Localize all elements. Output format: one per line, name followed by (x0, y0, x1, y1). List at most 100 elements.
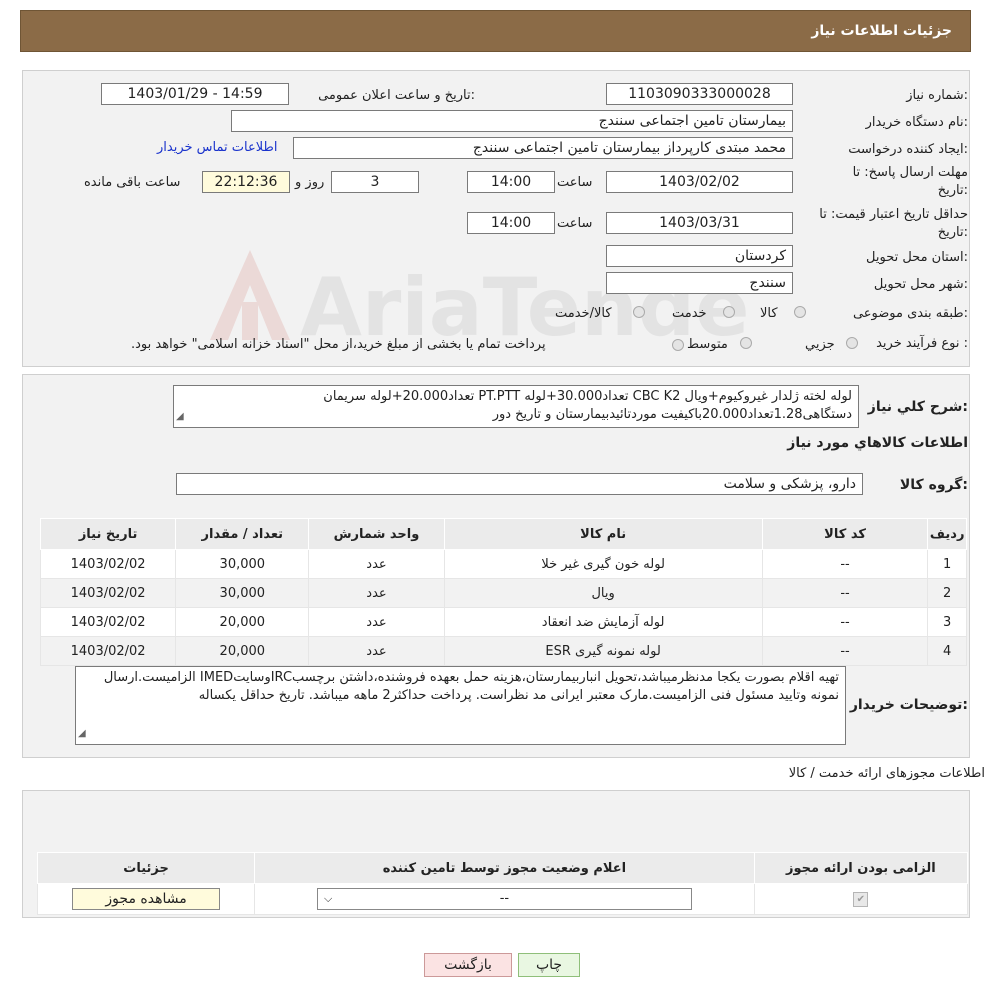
category-label: طبقه بندی موضوعی: (852, 306, 968, 321)
cell-quantity: 20,000 (175, 607, 310, 637)
table-row: 4 -- لوله نمونه گیری ESR عدد 20,000 1403… (39, 636, 967, 666)
summary-label: شرح کلي نياز: (867, 399, 968, 415)
days-label: روز و (295, 175, 325, 190)
cell-code: -- (761, 607, 929, 637)
process-radio-minor[interactable] (846, 337, 858, 349)
process-radio-medium[interactable] (740, 337, 752, 349)
table-row: 1 -- لوله خون گیری غیر خلا عدد 30,000 14… (39, 549, 967, 579)
cell-code: -- (761, 578, 929, 608)
summary-text: لوله لخته ژلدار غیروکیوم+ویال CBC K2 تعد… (323, 389, 852, 422)
permits-table: الزامی بودن ارائه مجوز اعلام وضعیت مجوز … (36, 852, 969, 915)
chevron-down-icon: ⌵ (323, 892, 333, 905)
col-permit-status: اعلام وضعیت مجوز توسط تامین کننده (254, 852, 755, 884)
checkbox-checked-icon[interactable]: ✔ (853, 892, 869, 907)
buyer-contact-link[interactable]: اطلاعات تماس خریدار (157, 140, 277, 155)
cell-row: 3 (927, 607, 967, 637)
cell-code: -- (761, 636, 929, 666)
cell-unit: عدد (308, 578, 445, 608)
process-option-minor: جزیي (805, 337, 835, 352)
category-option-goods: کالا (760, 306, 778, 321)
remaining-label: ساعت باقی مانده (84, 175, 181, 190)
deadline-date-field: 1403/02/02 (606, 171, 793, 193)
cell-row: 2 (927, 578, 967, 608)
cell-date: 1403/02/02 (39, 549, 177, 579)
col-code: کد کالا (761, 518, 929, 550)
resize-grip-icon[interactable]: ◢ (78, 725, 86, 743)
remaining-time-field: 22:12:36 (202, 171, 290, 193)
category-radio-goods[interactable] (794, 306, 806, 318)
page-header: جزئیات اطلاعات نیاز (20, 10, 971, 52)
cell-name: لوله آزمایش ضد انعقاد (443, 607, 763, 637)
print-button[interactable]: چاپ (518, 953, 580, 977)
col-permit-details: جزئیات (36, 852, 256, 884)
province-label: استان محل تحویل: (866, 250, 968, 265)
validity-label-date: تاریخ: (937, 225, 968, 240)
col-row: ردیف (927, 518, 967, 550)
cell-name: ویال (443, 578, 763, 608)
cell-date: 1403/02/02 (39, 636, 177, 666)
process-note: پرداخت تمام یا بخشی از مبلغ خرید،از محل … (131, 337, 546, 352)
validity-label: حداقل تاریخ اعتبار قیمت: تا (819, 207, 968, 222)
cell-row: 4 (927, 636, 967, 666)
days-remaining-field: 3 (331, 171, 419, 193)
permits-table-header: الزامی بودن ارائه مجوز اعلام وضعیت مجوز … (36, 852, 969, 884)
col-date: تاریخ نیاز (39, 518, 177, 550)
validity-time-label: ساعت (557, 216, 593, 231)
col-name: نام کالا (443, 518, 763, 550)
permits-title: اطلاعات مجوزهای ارائه خدمت / کالا (788, 766, 985, 781)
col-permit-required: الزامی بودن ارائه مجوز (753, 852, 969, 884)
announce-datetime-field: 1403/01/29 - 14:59 (101, 83, 289, 105)
buyer-notes-label: توضیحات خریدار: (849, 697, 968, 713)
items-table-header: ردیف کد کالا نام کالا واحد شمارش تعداد /… (39, 518, 967, 550)
view-permit-button[interactable]: مشاهده مجوز (72, 888, 221, 910)
category-option-service: خدمت (672, 306, 707, 321)
process-label: نوع فرآیند خرید : (876, 336, 968, 351)
table-row: ✔ -- ⌵ مشاهده مجوز (36, 883, 969, 915)
items-table: ردیف کد کالا نام کالا واحد شمارش تعداد /… (39, 518, 967, 666)
deadline-time-field: 14:00 (467, 171, 555, 193)
validity-time-field: 14:00 (467, 212, 555, 234)
cell-quantity: 20,000 (175, 636, 310, 666)
city-label: شهر محل تحویل: (873, 277, 968, 292)
cell-code: -- (761, 549, 929, 579)
cell-name: لوله خون گیری غیر خلا (443, 549, 763, 579)
permit-status-value: -- (499, 891, 510, 906)
need-number-field: 1103090333000028 (606, 83, 793, 105)
category-radio-service[interactable] (723, 306, 735, 318)
permit-status-select[interactable]: -- ⌵ (316, 888, 692, 910)
col-quantity: تعداد / مقدار (175, 518, 310, 550)
cell-row: 1 (927, 549, 967, 579)
category-option-goods-service: کالا/خدمت (555, 306, 612, 321)
buyer-notes-textarea[interactable]: تهیه اقلام بصورت یکجا مدنظرمیباشد،تحویل … (75, 666, 846, 745)
treasury-checkbox[interactable] (672, 339, 684, 351)
cell-permit-details: مشاهده مجوز (36, 883, 256, 915)
deadline-label: مهلت ارسال پاسخ: تا (852, 165, 968, 180)
cell-unit: عدد (308, 549, 445, 579)
city-field: سنندج (606, 272, 793, 294)
page-title: جزئیات اطلاعات نیاز (811, 23, 952, 39)
group-label: گروه کالا: (899, 477, 968, 493)
deadline-label-date: تاریخ: (937, 183, 968, 198)
cell-quantity: 30,000 (175, 549, 310, 579)
category-radio-goods-service[interactable] (633, 306, 645, 318)
col-unit: واحد شمارش (308, 518, 445, 550)
creator-field: محمد مبتدی کارپرداز بیمارستان تامین اجتم… (293, 137, 793, 159)
goods-title: اطلاعات کالاهاي مورد نياز (787, 435, 968, 451)
group-field: دارو، پزشکی و سلامت (176, 473, 863, 495)
cell-name: لوله نمونه گیری ESR (443, 636, 763, 666)
buyer-field: بیمارستان تامین اجتماعی سنندج (231, 110, 793, 132)
back-button[interactable]: بازگشت (424, 953, 512, 977)
resize-grip-icon[interactable]: ◢ (176, 408, 184, 426)
buyer-label: نام دستگاه خریدار: (865, 115, 968, 130)
cell-permit-status: -- ⌵ (254, 883, 755, 915)
cell-quantity: 30,000 (175, 578, 310, 608)
province-field: کردستان (606, 245, 793, 267)
announce-label: تاریخ و ساعت اعلان عمومی: (318, 88, 475, 103)
process-option-medium: متوسط (687, 337, 728, 352)
buyer-notes-text: تهیه اقلام بصورت یکجا مدنظرمیباشد،تحویل … (103, 670, 839, 703)
summary-textarea[interactable]: لوله لخته ژلدار غیروکیوم+ویال CBC K2 تعد… (173, 385, 859, 428)
need-number-label: شماره نیاز: (906, 88, 968, 103)
cell-date: 1403/02/02 (39, 578, 177, 608)
cell-unit: عدد (308, 636, 445, 666)
validity-date-field: 1403/03/31 (606, 212, 793, 234)
